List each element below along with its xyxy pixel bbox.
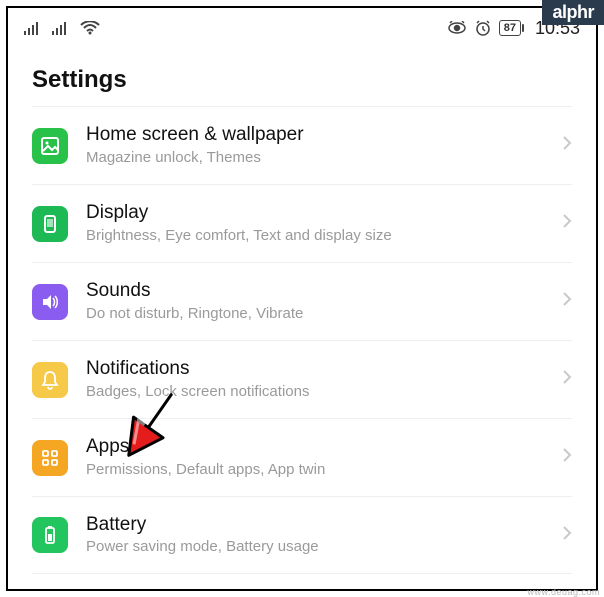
row-title: Notifications (86, 358, 562, 381)
row-title: Home screen & wallpaper (86, 124, 562, 147)
row-battery[interactable]: Battery Power saving mode, Battery usage (32, 496, 572, 574)
alarm-icon (475, 20, 491, 36)
row-subtitle: Power saving mode, Battery usage (86, 538, 562, 556)
chevron-right-icon (562, 447, 572, 468)
row-home-screen[interactable]: Home screen & wallpaper Magazine unlock,… (32, 106, 572, 184)
row-subtitle: Magazine unlock, Themes (86, 149, 562, 167)
battery-indicator: 87 (499, 20, 521, 36)
signal-sim1-icon (24, 21, 42, 35)
row-notifications[interactable]: Notifications Badges, Lock screen notifi… (32, 340, 572, 418)
eye-comfort-icon (447, 21, 467, 35)
battery-icon (32, 517, 68, 553)
wifi-icon (80, 21, 100, 35)
sounds-icon (32, 284, 68, 320)
row-sounds[interactable]: Sounds Do not disturb, Ringtone, Vibrate (32, 262, 572, 340)
row-subtitle: Permissions, Default apps, App twin (86, 461, 562, 479)
phone-screen: 87 10:53 Settings Home screen & wallpape… (6, 6, 598, 591)
settings-list: Home screen & wallpaper Magazine unlock,… (8, 106, 596, 574)
apps-icon (32, 440, 68, 476)
chevron-right-icon (562, 213, 572, 234)
row-title: Battery (86, 514, 562, 537)
row-title: Sounds (86, 280, 562, 303)
status-bar: 87 10:53 (8, 8, 596, 48)
row-display[interactable]: Display Brightness, Eye comfort, Text an… (32, 184, 572, 262)
page-title: Settings (8, 48, 596, 106)
row-subtitle: Brightness, Eye comfort, Text and displa… (86, 227, 562, 245)
wallpaper-icon (32, 128, 68, 164)
watermark: www.deuag.com (527, 587, 600, 597)
bell-icon (32, 362, 68, 398)
row-subtitle: Badges, Lock screen notifications (86, 383, 562, 401)
alphr-badge: alphr (542, 0, 604, 25)
row-title: Display (86, 202, 562, 225)
chevron-right-icon (562, 525, 572, 546)
chevron-right-icon (562, 135, 572, 156)
signal-sim2-icon (52, 21, 70, 35)
display-icon (32, 206, 68, 242)
row-apps[interactable]: Apps Permissions, Default apps, App twin (32, 418, 572, 496)
row-title: Apps (86, 436, 562, 459)
chevron-right-icon (562, 291, 572, 312)
row-subtitle: Do not disturb, Ringtone, Vibrate (86, 305, 562, 323)
chevron-right-icon (562, 369, 572, 390)
